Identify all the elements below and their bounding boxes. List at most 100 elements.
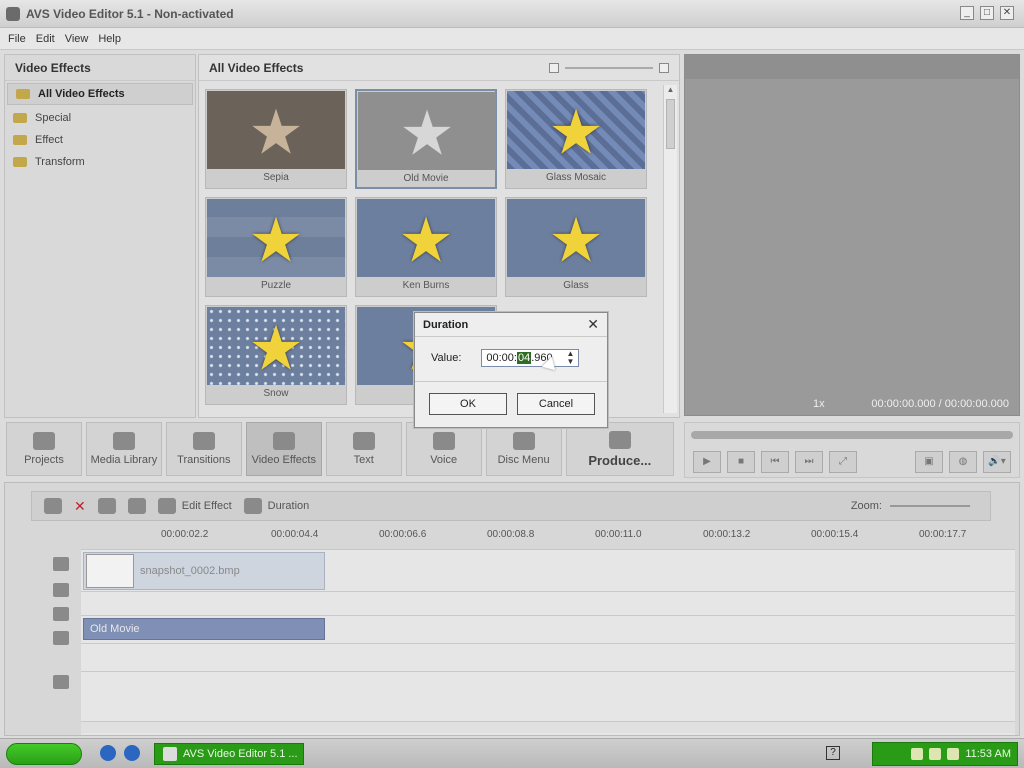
previous-frame-button[interactable]: ⏮ bbox=[761, 451, 789, 473]
effect-track[interactable]: Old Movie bbox=[81, 616, 1015, 644]
snapshot-button[interactable]: ◍ bbox=[949, 451, 977, 473]
cancel-button[interactable]: Cancel bbox=[517, 393, 595, 415]
video-effects-button[interactable]: Video Effects bbox=[245, 422, 322, 476]
playback-extra-buttons: ▣ ◍ 🔊▾ bbox=[915, 451, 1011, 473]
tree-item-transform[interactable]: Transform bbox=[5, 151, 195, 173]
close-button[interactable]: ✕ bbox=[1000, 6, 1014, 20]
effect-thumbnail: ★ bbox=[207, 199, 345, 277]
video-clip[interactable]: snapshot_0002.bmp bbox=[83, 552, 325, 590]
menu-view[interactable]: View bbox=[65, 33, 89, 45]
produce-icon bbox=[608, 430, 631, 449]
menu-file[interactable]: File bbox=[8, 33, 26, 45]
value-row: Value: 00:00: 04.960 ▲ ▼ bbox=[431, 349, 607, 367]
media-library-button[interactable]: Media Library bbox=[85, 422, 162, 476]
shield-icon[interactable] bbox=[929, 748, 942, 760]
monitor-button[interactable]: ▣ bbox=[915, 451, 943, 473]
video-effects-panel: Video Effects All Video Effects Special … bbox=[4, 54, 196, 418]
disc-menu-icon bbox=[512, 432, 535, 450]
overlay-track[interactable] bbox=[81, 672, 1015, 724]
scroll-up-icon[interactable]: ▲ bbox=[664, 85, 677, 97]
play-button[interactable]: ▶ bbox=[693, 451, 721, 473]
undo-button[interactable] bbox=[97, 498, 116, 514]
window-controls: _ □ ✕ bbox=[960, 6, 1014, 20]
network-icon[interactable] bbox=[911, 748, 924, 760]
effect-card-snow[interactable]: ★ Snow bbox=[205, 305, 347, 405]
taskbar-item-avs[interactable]: AVS Video Editor 5.1 ... bbox=[154, 743, 304, 765]
dialog-title: Duration bbox=[423, 318, 469, 331]
desktop-icon[interactable] bbox=[124, 745, 140, 761]
menu-help[interactable]: Help bbox=[98, 33, 121, 45]
ruler-tick: 00:00:02.2 bbox=[161, 529, 209, 540]
effect-card-glass[interactable]: ★ Glass bbox=[505, 197, 647, 297]
fullscreen-button[interactable]: ⤢ bbox=[829, 451, 857, 473]
zoom-slider[interactable] bbox=[890, 505, 970, 507]
storyboard-toggle[interactable] bbox=[44, 498, 62, 514]
window-title: AVS Video Editor 5.1 - Non-activated bbox=[26, 7, 234, 21]
duration-button[interactable]: Duration bbox=[243, 498, 309, 514]
dialog-close-icon[interactable]: ✕ bbox=[587, 316, 599, 333]
ok-button[interactable]: OK bbox=[429, 393, 507, 415]
effect-card-glass-mosaic[interactable]: ★ Glass Mosaic bbox=[505, 89, 647, 189]
start-button[interactable] bbox=[6, 743, 82, 765]
tree-item-special[interactable]: Special bbox=[5, 107, 195, 129]
tree-item-effect[interactable]: Effect bbox=[5, 129, 195, 151]
effect-card-sepia[interactable]: ★ Sepia bbox=[205, 89, 347, 189]
tree-item-label: Transform bbox=[35, 156, 85, 168]
edit-effect-button[interactable]: Edit Effect bbox=[157, 498, 232, 514]
thumbnail-size-slider[interactable] bbox=[549, 62, 669, 73]
menu-edit[interactable]: Edit bbox=[36, 33, 55, 45]
minimize-button[interactable]: _ bbox=[960, 6, 974, 20]
effect-card-ken-burns[interactable]: ★ Ken Burns bbox=[355, 197, 497, 297]
audio-track[interactable] bbox=[81, 592, 1015, 616]
quick-launch bbox=[100, 745, 140, 761]
timeline-hscrollbar[interactable] bbox=[81, 721, 1015, 733]
dialog-separator bbox=[415, 381, 607, 382]
browser-icon[interactable] bbox=[100, 745, 116, 761]
duration-input[interactable]: 00:00: 04.960 ▲ ▼ bbox=[481, 349, 580, 367]
video-preview: 1x 00:00:00.000 / 00:00:00.000 bbox=[684, 54, 1020, 416]
video-track[interactable]: snapshot_0002.bmp bbox=[81, 550, 1015, 592]
star-icon: ★ bbox=[399, 99, 455, 169]
slider-track[interactable] bbox=[565, 66, 653, 69]
gallery-header: All Video Effects bbox=[199, 55, 679, 81]
video-track-icon bbox=[53, 557, 69, 571]
effect-card-puzzle[interactable]: ★ Puzzle bbox=[205, 197, 347, 297]
playback-progress[interactable] bbox=[691, 431, 1013, 439]
redo-button[interactable] bbox=[127, 498, 146, 514]
effect-label: Glass bbox=[563, 280, 589, 291]
ruler-tick: 00:00:08.8 bbox=[487, 529, 535, 540]
duration-spinner[interactable]: ▲ ▼ bbox=[566, 350, 574, 366]
ruler-tick: 00:00:15.4 bbox=[811, 529, 859, 540]
stop-button[interactable]: ■ bbox=[727, 451, 755, 473]
transitions-button[interactable]: Transitions bbox=[165, 422, 242, 476]
disc-menu-button[interactable]: Disc Menu bbox=[485, 422, 562, 476]
help-icon[interactable]: ? bbox=[826, 746, 840, 760]
delete-icon[interactable]: ✕ bbox=[74, 498, 86, 515]
projects-button[interactable]: Projects bbox=[6, 422, 82, 476]
tree-item-all-video-effects[interactable]: All Video Effects bbox=[7, 83, 193, 105]
maximize-button[interactable]: □ bbox=[980, 6, 994, 20]
clock: 11:53 AM bbox=[965, 748, 1011, 760]
playback-speed[interactable]: 1x bbox=[813, 398, 825, 410]
effect-card-old-movie[interactable]: ★ Old Movie bbox=[355, 89, 497, 189]
video-effects-icon bbox=[272, 432, 295, 450]
effect-clip-old-movie[interactable]: Old Movie bbox=[83, 618, 325, 640]
produce-button[interactable]: Produce... bbox=[565, 422, 674, 476]
effect-thumbnail: ★ bbox=[358, 92, 496, 170]
timeline-tracks[interactable]: snapshot_0002.bmp Old Movie bbox=[81, 549, 1015, 735]
dialog-buttons: OK Cancel bbox=[429, 393, 595, 415]
search-icon[interactable] bbox=[947, 748, 960, 760]
text-button[interactable]: Text bbox=[325, 422, 402, 476]
projects-label: Projects bbox=[24, 454, 64, 466]
folder-icon bbox=[16, 89, 30, 99]
text-track[interactable] bbox=[81, 644, 1015, 672]
gallery-title: All Video Effects bbox=[209, 60, 304, 75]
ruler-tick: 00:00:17.7 bbox=[919, 529, 967, 540]
next-frame-button[interactable]: ⏭ bbox=[795, 451, 823, 473]
menu-bar: File Edit View Help bbox=[0, 28, 1024, 50]
voice-button[interactable]: Voice bbox=[405, 422, 482, 476]
gallery-scrollbar[interactable]: ▲ bbox=[663, 85, 677, 413]
scroll-thumb[interactable] bbox=[666, 99, 675, 149]
volume-button[interactable]: 🔊▾ bbox=[983, 451, 1011, 473]
title-bar: AVS Video Editor 5.1 - Non-activated _ □… bbox=[0, 0, 1024, 28]
